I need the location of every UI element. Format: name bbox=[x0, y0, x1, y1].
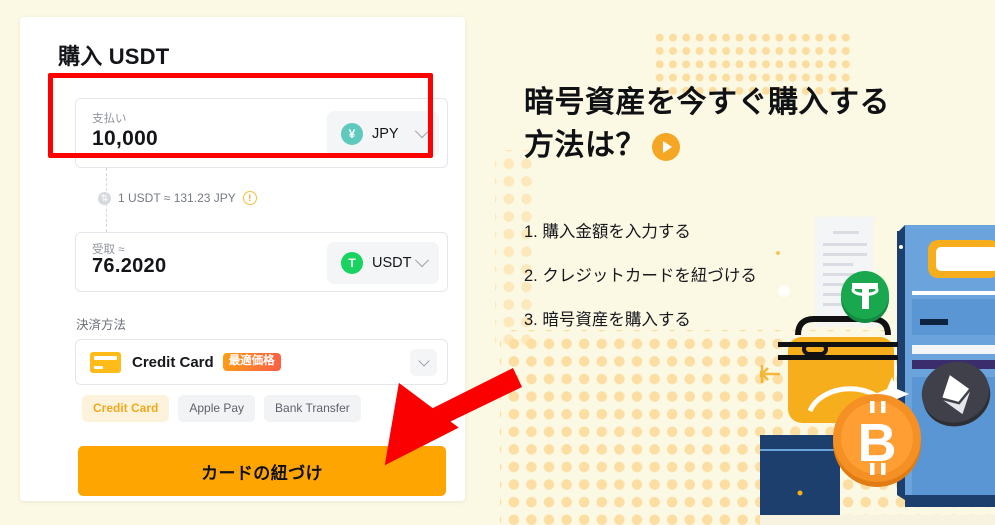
promo-step-2: 2. クレジットカードを紐づける bbox=[524, 267, 757, 285]
swap-icon[interactable]: ⇅ bbox=[98, 191, 111, 205]
svg-text:B: B bbox=[858, 413, 897, 473]
payment-method-label: 決済方法 bbox=[76, 318, 127, 332]
credit-card-icon bbox=[90, 351, 121, 373]
link-card-button[interactable]: カードの紐づけ bbox=[78, 446, 446, 496]
promo-step-1: 1. 購入金額を入力する bbox=[524, 223, 691, 241]
floor-shadow bbox=[760, 515, 995, 525]
decorative-dot bbox=[776, 251, 780, 255]
receive-currency-code: USDT bbox=[372, 255, 412, 271]
bitcoin-coin-icon: B bbox=[833, 394, 921, 487]
pay-amount-field[interactable]: 支払い 10,000 ¥ JPY bbox=[75, 98, 448, 168]
promo-title-line1: 暗号資産を今すぐ購入する bbox=[524, 86, 890, 119]
sparkle-icon bbox=[760, 365, 780, 383]
chevron-down-icon bbox=[414, 253, 430, 268]
tab-bank-transfer[interactable]: Bank Transfer bbox=[264, 395, 361, 422]
payment-method-selector[interactable]: Credit Card 最適価格 bbox=[75, 339, 448, 385]
promo-title: 暗号資産を今すぐ購入する 方法は？ bbox=[524, 82, 994, 167]
decorative-dot bbox=[778, 285, 790, 297]
pay-currency-code: JPY bbox=[372, 126, 399, 142]
exchange-rate-text: 1 USDT ≈ 131.23 JPY bbox=[118, 191, 236, 205]
promo-step-3: 3. 暗号資産を購入する bbox=[524, 311, 691, 329]
jpy-coin-icon: ¥ bbox=[341, 123, 363, 145]
crypto-atm-illustration: B bbox=[760, 215, 995, 525]
chevron-down-icon bbox=[414, 124, 430, 139]
warning-icon[interactable]: ! bbox=[242, 191, 257, 205]
play-button-icon[interactable] bbox=[652, 132, 680, 161]
payment-method-name: Credit Card bbox=[132, 353, 214, 371]
payment-method-expand-button[interactable] bbox=[410, 348, 437, 376]
navy-box bbox=[760, 435, 840, 525]
pay-field-label: 支払い bbox=[92, 113, 127, 125]
chevron-down-icon bbox=[417, 355, 430, 367]
buy-crypto-card: 購入 USDT 支払い 10,000 ¥ JPY ⇅ 1 USDT ≈ 131.… bbox=[20, 17, 465, 501]
page-root: 暗号資産を今すぐ購入する 方法は？ 1. 購入金額を入力する 2. クレジットカ… bbox=[0, 0, 995, 525]
tether-coin-icon bbox=[841, 271, 889, 323]
exchange-rate-row: ⇅ 1 USDT ≈ 131.23 JPY ! bbox=[98, 191, 261, 205]
pay-amount-input[interactable]: 10,000 bbox=[92, 127, 158, 151]
promo-title-line2: 方法は？ bbox=[524, 128, 646, 162]
tab-apple-pay[interactable]: Apple Pay bbox=[178, 395, 256, 422]
receive-currency-selector[interactable]: T USDT bbox=[327, 242, 439, 284]
page-title: 購入 USDT bbox=[58, 44, 170, 69]
pay-currency-selector[interactable]: ¥ JPY bbox=[327, 111, 439, 157]
promo-steps: 1. 購入金額を入力する 2. クレジットカードを紐づける 3. 暗号資産を購入… bbox=[524, 218, 757, 350]
usdt-coin-icon: T bbox=[341, 252, 363, 274]
tab-credit-card[interactable]: Credit Card bbox=[82, 395, 170, 422]
receive-amount-field[interactable]: 受取 ≈ 76.2020 T USDT bbox=[75, 232, 448, 292]
receive-amount-value: 76.2020 bbox=[92, 255, 167, 277]
best-price-badge: 最適価格 bbox=[222, 353, 281, 371]
payment-method-tabs: Credit Card Apple Pay Bank Transfer bbox=[82, 395, 361, 422]
